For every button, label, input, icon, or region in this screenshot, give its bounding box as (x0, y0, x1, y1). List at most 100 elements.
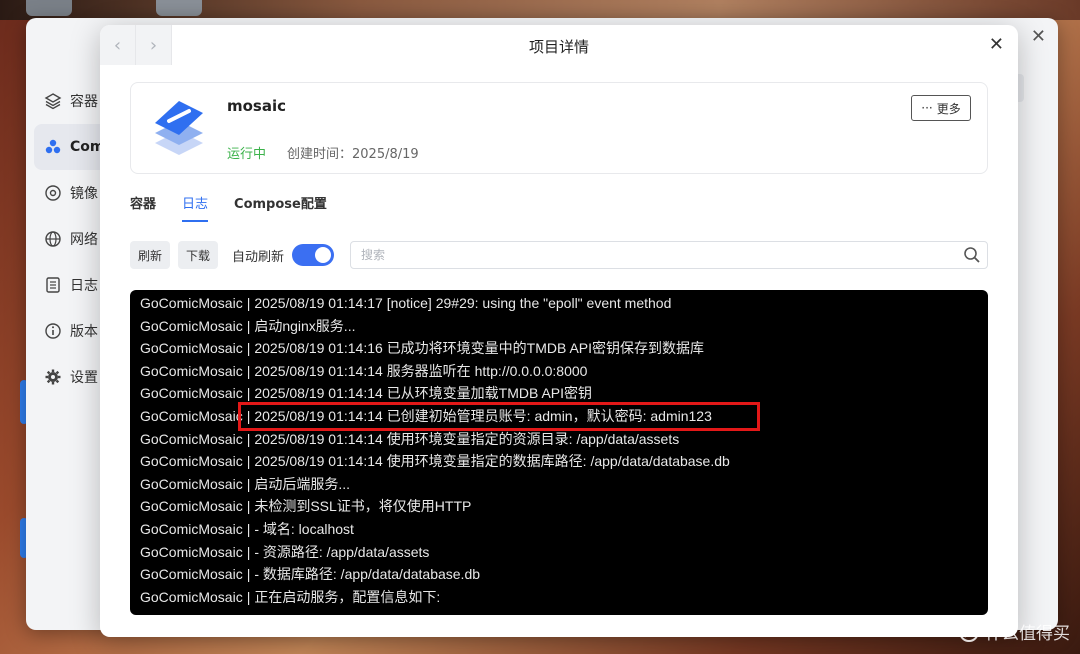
log-message: - 域名: localhost (254, 520, 354, 537)
back-button[interactable]: ‹ (100, 25, 136, 65)
log-message: 2025/08/19 01:14:14 使用环境变量指定的资源目录: /app/… (254, 430, 680, 447)
log-icon (44, 276, 62, 294)
log-source: GoComicMosaic (140, 543, 243, 560)
image-icon (44, 184, 62, 202)
desktop-app-icon[interactable] (26, 0, 72, 16)
log-message: 启动后端服务... (254, 475, 351, 492)
log-message: - 数据库路径: /app/data/database.db (254, 566, 481, 583)
log-line: GoComicMosaic | 2025/08/19 01:14:16 已成功将环境… (140, 337, 978, 360)
detail-tabs: 容器 日志 Compose配置 (130, 193, 327, 222)
log-separator: | (246, 407, 251, 424)
auto-refresh-label: 自动刷新 (232, 249, 285, 265)
log-message: 正在启动服务，配置信息如下: (254, 588, 441, 605)
info-icon (44, 322, 62, 340)
dialog-close-button[interactable]: ✕ (989, 34, 1004, 55)
dialog-title: 项目详情 (528, 37, 589, 56)
log-source: GoComicMosaic (140, 295, 243, 311)
download-button[interactable]: 下载 (178, 241, 219, 269)
log-separator: | (246, 453, 251, 470)
compose-icon (44, 138, 62, 156)
project-detail-dialog: ‹ › 项目详情 ✕ mosaic 运行中 创建时间：2025/8/19 ···… (100, 25, 1018, 637)
more-dots-icon: ··· (921, 101, 933, 115)
log-separator: | (246, 588, 251, 605)
auto-refresh-toggle[interactable] (292, 244, 335, 266)
log-separator: | (246, 498, 251, 515)
dialog-header: ‹ › 项目详情 ✕ (100, 25, 1018, 67)
log-separator: | (246, 317, 251, 334)
log-lines: GoComicMosaic | 2025/08/19 01:14:17 [notic… (140, 292, 978, 608)
more-button[interactable]: ··· 更多 (911, 95, 971, 121)
log-message: - 资源路径: /app/data/assets (254, 543, 430, 560)
log-search (350, 241, 988, 269)
watermark-text: 什么值得买 (985, 624, 1070, 644)
log-message: 2025/08/19 01:14:17 [notice] 29#29: usin… (254, 295, 672, 311)
log-separator: | (246, 475, 251, 492)
log-line: GoComicMosaic | 2025/08/19 01:14:14 使用环境变量… (140, 428, 978, 451)
log-source: GoComicMosaic (140, 453, 243, 470)
history-nav: ‹ › (100, 25, 172, 65)
log-source: GoComicMosaic (140, 317, 243, 334)
log-source: GoComicMosaic (140, 588, 243, 605)
sidebar-item-label: 网络 (70, 232, 98, 248)
desktop-app-icon[interactable] (156, 0, 202, 16)
sidebar-item-label: 镜像 (70, 186, 98, 202)
log-line: GoComicMosaic | 2025/08/19 01:14:14 服务器监听在… (140, 360, 978, 383)
log-source: GoComicMosaic (140, 520, 243, 537)
log-line: GoComicMosaic | - 域名: localhost (140, 518, 978, 541)
log-separator: | (246, 385, 251, 402)
log-line: GoComicMosaic | 未检测到SSL证书，将仅使用HTTP (140, 495, 978, 518)
log-message: 未检测到SSL证书，将仅使用HTTP (254, 498, 472, 515)
log-separator: | (246, 566, 251, 583)
log-source: GoComicMosaic (140, 407, 243, 424)
log-message: 2025/08/19 01:14:14 服务器监听在 http://0.0.0.… (254, 362, 588, 379)
refresh-button[interactable]: 刷新 (130, 241, 171, 269)
watermark: 值 什么值得买 (959, 619, 1070, 644)
log-line: GoComicMosaic | 2025/08/19 01:14:14 已创建初始管… (140, 405, 978, 428)
tab-containers[interactable]: 容器 (130, 193, 156, 222)
toggle-knob (315, 247, 332, 263)
log-message: 2025/08/19 01:14:16 已成功将环境变量中的TMDB API密钥… (254, 340, 705, 357)
search-icon[interactable] (963, 246, 981, 264)
sidebar-item-label: 版本 (70, 324, 98, 340)
watermark-badge: 值 (959, 621, 979, 642)
log-source: GoComicMosaic (140, 385, 243, 402)
log-separator: | (246, 543, 251, 560)
log-message: 2025/08/19 01:14:14 已从环境变量加载TMDB API密钥 (254, 385, 593, 402)
sidebar-item-label: 设置 (70, 370, 98, 386)
tab-logs[interactable]: 日志 (182, 193, 209, 222)
layers-icon (44, 92, 62, 110)
search-input[interactable] (351, 242, 951, 268)
project-stack-icon (151, 97, 207, 157)
log-message: 2025/08/19 01:14:14 已创建初始管理员账号: admin，默认… (254, 407, 712, 424)
app-close-button[interactable]: ✕ (1031, 26, 1046, 47)
log-line: GoComicMosaic | 启动后端服务... (140, 473, 978, 496)
project-name: mosaic (227, 97, 287, 115)
log-separator: | (246, 362, 251, 379)
log-source: GoComicMosaic (140, 362, 243, 379)
log-source: GoComicMosaic (140, 566, 243, 583)
log-line: GoComicMosaic | 2025/08/19 01:14:14 已从环境变量… (140, 382, 978, 405)
log-line: GoComicMosaic | 2025/08/19 01:14:14 使用环境变量… (140, 450, 978, 473)
log-line: GoComicMosaic | 2025/08/19 01:14:17 [notic… (140, 292, 978, 315)
log-toolbar: 刷新 下载 自动刷新 (130, 241, 335, 269)
log-output[interactable]: GoComicMosaic | 2025/08/19 01:14:17 [notic… (130, 290, 988, 615)
more-label: 更多 (936, 101, 961, 116)
tab-compose-config[interactable]: Compose配置 (234, 193, 327, 222)
log-line: GoComicMosaic | - 资源路径: /app/data/assets (140, 541, 978, 564)
forward-button[interactable]: › (136, 25, 172, 65)
log-separator: | (246, 340, 251, 357)
log-source: GoComicMosaic (140, 475, 243, 492)
project-created-time: 创建时间：2025/8/19 (287, 147, 419, 162)
globe-icon (44, 230, 62, 248)
sidebar-item-label: 容器 (70, 94, 98, 110)
project-card: mosaic 运行中 创建时间：2025/8/19 ··· 更多 (130, 82, 988, 174)
log-message: 启动nginx服务... (254, 317, 356, 334)
log-separator: | (246, 295, 251, 311)
log-source: GoComicMosaic (140, 430, 243, 447)
log-source: GoComicMosaic (140, 498, 243, 515)
sidebar-item-label: 日志 (70, 278, 98, 294)
log-separator: | (246, 430, 251, 447)
log-line: GoComicMosaic | 正在启动服务，配置信息如下: (140, 586, 978, 609)
log-line: GoComicMosaic | - 数据库路径: /app/data/databas… (140, 563, 978, 586)
log-line: GoComicMosaic | 启动nginx服务... (140, 315, 978, 338)
